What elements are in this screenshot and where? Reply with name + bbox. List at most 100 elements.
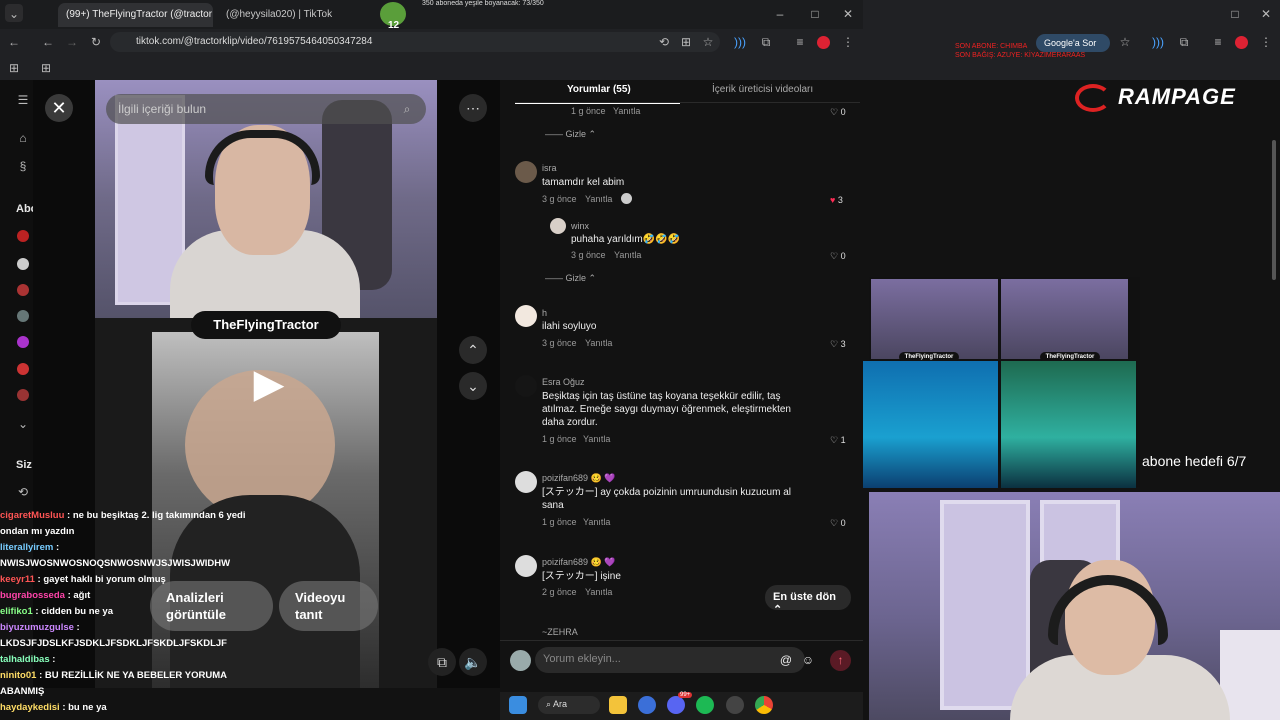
- profile-avatar[interactable]: [817, 36, 830, 49]
- comment-author[interactable]: ~ZEHRA: [542, 627, 578, 637]
- back-icon[interactable]: ←: [4, 32, 24, 52]
- promote-button[interactable]: Videoyu tanıt: [279, 581, 378, 631]
- second-maximize-icon[interactable]: □: [1225, 4, 1245, 24]
- history-icon[interactable]: ⟲: [14, 482, 32, 502]
- comment-author[interactable]: poizifan689 🥴 💜: [542, 557, 615, 568]
- comment-author[interactable]: h: [542, 308, 547, 318]
- nav-back-icon[interactable]: ←: [38, 32, 58, 52]
- play-icon[interactable]: ▶: [245, 360, 293, 408]
- minimize-icon[interactable]: –: [770, 4, 790, 24]
- comment-time: 3 g önce: [571, 250, 606, 260]
- volume-icon[interactable]: 🔈: [459, 648, 487, 676]
- second-audio-icon[interactable]: ))): [1150, 32, 1166, 52]
- sub-avatar[interactable]: [17, 336, 29, 348]
- sub-avatar[interactable]: [17, 363, 29, 375]
- last-donation-line: SON BAĞIŞ: AZUYE: KİYAZIMERARAAS: [955, 52, 1086, 59]
- like-count[interactable]: ♡ 0: [830, 107, 846, 118]
- hamburger-icon[interactable]: ☰: [14, 90, 32, 110]
- avatar[interactable]: [515, 471, 537, 493]
- reply-link[interactable]: Yanıtla: [613, 106, 640, 116]
- comment-input[interactable]: Yorum ekleyin...: [535, 647, 805, 673]
- tab-tiktok-1[interactable]: (99+) TheFlyingTractor (@tractor: [58, 3, 213, 27]
- like-count-value: 0: [840, 251, 846, 261]
- second-extensions-icon[interactable]: ⧉: [1176, 32, 1192, 52]
- sub-avatar[interactable]: [17, 230, 29, 242]
- shorts-icon[interactable]: §: [14, 156, 32, 176]
- close-icon[interactable]: ✕: [45, 94, 73, 122]
- avatar[interactable]: [515, 375, 537, 397]
- tab-comments[interactable]: Yorumlar (55): [567, 84, 631, 95]
- forward-icon[interactable]: →: [62, 32, 82, 52]
- avatar[interactable]: [515, 161, 537, 183]
- hide-replies[interactable]: —— Gizle ⌃: [545, 129, 596, 140]
- second-profile-avatar[interactable]: [1235, 36, 1248, 49]
- comment-author[interactable]: Esra Oğuz: [542, 377, 585, 387]
- media-icon[interactable]: ≡: [792, 32, 808, 52]
- like-count[interactable]: ♥ 3: [830, 195, 843, 205]
- like-count[interactable]: ♡ 0: [830, 251, 846, 262]
- taskbar-search[interactable]: ⌕ Ara: [538, 696, 600, 714]
- second-close-icon[interactable]: ✕: [1256, 4, 1276, 24]
- address-bar[interactable]: tiktok.com/@tractorklip/video/7619575464…: [110, 32, 720, 52]
- sub-avatar[interactable]: [17, 310, 29, 322]
- scrollbar[interactable]: [1272, 140, 1276, 280]
- comment-author[interactable]: isra: [542, 163, 557, 173]
- chevron-down-icon[interactable]: ⌄: [459, 372, 487, 400]
- avatar[interactable]: [515, 555, 537, 577]
- chat-msg: :: [52, 654, 56, 665]
- install-icon[interactable]: ⊞: [678, 32, 694, 52]
- emoji-icon[interactable]: ☺: [800, 650, 816, 670]
- sub-avatar[interactable]: [17, 389, 29, 401]
- chrome-icon[interactable]: [755, 696, 773, 714]
- reply-link[interactable]: Yanıtla: [585, 587, 612, 597]
- translate-icon[interactable]: ⟲: [656, 32, 672, 52]
- apps-icon-2[interactable]: ⊞: [38, 58, 54, 78]
- expand-icon[interactable]: ⌄: [14, 414, 32, 434]
- sub-avatar[interactable]: [17, 258, 29, 270]
- discord-icon[interactable]: [667, 696, 685, 714]
- like-count[interactable]: ♡ 1: [830, 435, 846, 446]
- reply-link[interactable]: Yanıtla: [583, 434, 610, 444]
- app-icon[interactable]: [638, 696, 656, 714]
- reply-link[interactable]: Yanıtla: [585, 338, 612, 348]
- maximize-icon[interactable]: □: [805, 4, 825, 24]
- reply-link[interactable]: Yanıtla: [614, 250, 641, 260]
- second-menu-icon[interactable]: ⋮: [1258, 32, 1274, 52]
- pip-icon[interactable]: ⧉: [428, 648, 456, 676]
- more-options-icon[interactable]: ⋯: [459, 94, 487, 122]
- avatar[interactable]: [515, 305, 537, 327]
- search-icon[interactable]: ⌕: [398, 99, 416, 119]
- hide-replies[interactable]: —— Gizle ⌃: [545, 273, 596, 284]
- tab-creator-videos[interactable]: İçerik üreticisi videoları: [712, 84, 813, 95]
- extensions-icon[interactable]: ⧉: [758, 32, 774, 52]
- related-search-input[interactable]: İlgili içeriği bulun: [106, 94, 426, 124]
- mention-icon[interactable]: @: [778, 650, 794, 670]
- back-to-top-button[interactable]: En üste dön ⌃: [765, 585, 851, 616]
- sub-avatar[interactable]: [17, 284, 29, 296]
- reply-link[interactable]: Yanıtla: [585, 194, 612, 204]
- file-explorer-icon[interactable]: [609, 696, 627, 714]
- home-icon[interactable]: ⌂: [14, 128, 32, 148]
- comment-author[interactable]: poizifan689 🥴 💜: [542, 473, 615, 484]
- reply-link[interactable]: Yanıtla: [583, 517, 610, 527]
- user-avatar[interactable]: [510, 650, 531, 671]
- app-icon[interactable]: [726, 696, 744, 714]
- comment-author[interactable]: winx: [571, 221, 589, 231]
- avatar[interactable]: [550, 218, 566, 234]
- spotify-icon[interactable]: [696, 696, 714, 714]
- chevron-up-icon[interactable]: ⌃: [459, 336, 487, 364]
- windows-start-icon[interactable]: [509, 696, 527, 714]
- tab-tiktok-2[interactable]: (@heyysila020) | TikTok: [218, 3, 373, 27]
- bookmark-star-icon[interactable]: ☆: [700, 32, 716, 52]
- like-count[interactable]: ♡ 3: [830, 339, 846, 350]
- second-media-icon[interactable]: ≡: [1210, 32, 1226, 52]
- close-window-icon[interactable]: ✕: [838, 4, 858, 24]
- tab-comments-label: Yorumlar (55): [567, 84, 631, 95]
- audio-icon[interactable]: ))): [732, 32, 748, 52]
- reload-icon[interactable]: ↻: [86, 32, 106, 52]
- send-icon[interactable]: ↑: [830, 650, 851, 671]
- menu-icon[interactable]: ⋮: [840, 32, 856, 52]
- tab-list-icon[interactable]: ⌄: [5, 4, 23, 22]
- apps-icon[interactable]: ⊞: [6, 58, 22, 78]
- like-count[interactable]: ♡ 0: [830, 518, 846, 529]
